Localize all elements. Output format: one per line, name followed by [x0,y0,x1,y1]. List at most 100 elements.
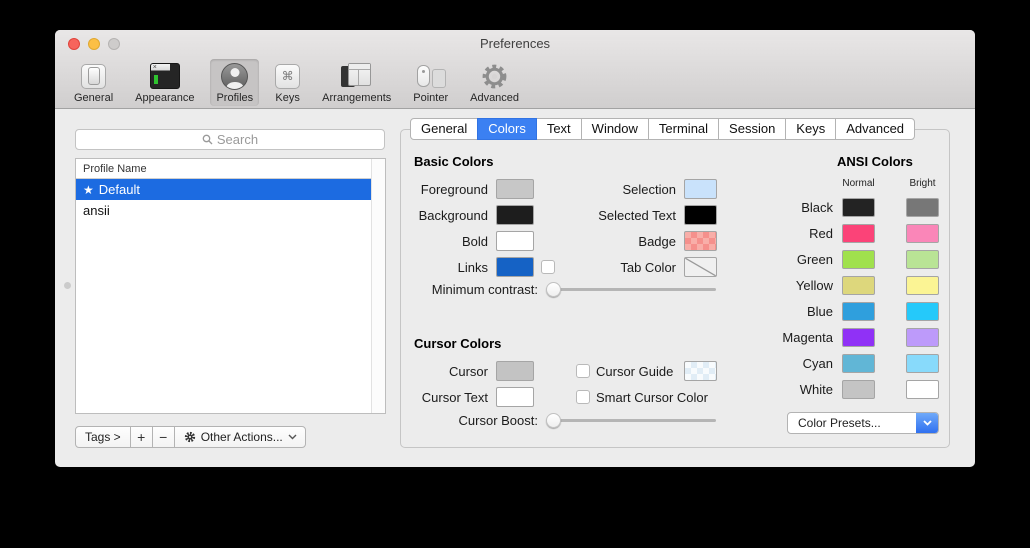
ansi-yellow-normal-swatch[interactable] [842,276,875,295]
profile-row-ansii[interactable]: ansii [76,200,372,221]
foreground-swatch[interactable] [496,179,534,199]
toolbar-item-label: General [74,92,113,104]
profile-name-column-header: Profile Name [83,163,147,175]
foreground-label: Foreground [401,182,488,197]
selection-swatch[interactable] [684,179,717,199]
toolbar-item-appearance[interactable]: ×Appearance [129,59,200,106]
preferences-toolbar: General ×Appearance Profiles ⌘Keys Arrangeme… [68,57,525,106]
content-area: Search Profile Name ★Default ansii Tags >… [55,109,975,467]
profile-name: ansii [83,203,110,218]
cursor-text-swatch[interactable] [496,387,534,407]
badge-row: Badge [541,228,717,254]
tab-advanced[interactable]: Advanced [835,118,915,140]
smart-cursor-color-checkbox[interactable] [576,390,590,404]
profile-list-scrollbar[interactable] [371,159,385,413]
minimum-contrast-slider[interactable] [546,282,716,297]
tab-color-checkbox[interactable] [541,260,555,274]
toolbar-item-advanced[interactable]: Advanced [464,59,525,106]
selection-label: Selection [541,182,676,197]
slider-track [546,419,716,422]
general-icon [81,61,106,91]
toolbar-item-keys[interactable]: ⌘Keys [269,59,306,106]
appearance-icon: × [150,61,180,91]
chevron-down-icon [923,420,932,426]
profile-tabs: GeneralColorsTextWindowTerminalSessionKe… [410,118,915,140]
tags-button[interactable]: Tags > [75,426,131,448]
ansi-magenta-row: Magenta [751,324,939,350]
badge-label: Badge [541,234,676,249]
ansi-white-normal-swatch[interactable] [842,380,875,399]
advanced-icon [480,61,509,91]
toolbar-item-label: Profiles [216,92,253,104]
ansi-cyan-normal-swatch[interactable] [842,354,875,373]
ansi-cyan-label: Cyan [751,356,833,371]
window-header: Preferences General×AppearanceProfiles⌘K… [55,30,975,109]
ansi-yellow-bright-swatch[interactable] [906,276,939,295]
cursor-boost-label: Cursor Boost: [401,413,538,428]
profile-actions-bar: Tags > + − Other Actions... [75,426,306,448]
other-actions-label: Other Actions... [201,430,283,444]
profile-list-header[interactable]: Profile Name [76,159,385,179]
ansi-white-bright-swatch[interactable] [906,380,939,399]
selected-text-swatch[interactable] [684,205,717,225]
keys-icon: ⌘ [275,61,300,91]
toolbar-item-pointer[interactable]: Pointer [407,59,454,106]
ansi-yellow-row: Yellow [751,272,939,298]
ansi-cyan-bright-swatch[interactable] [906,354,939,373]
ansi-red-normal-swatch[interactable] [842,224,875,243]
cursor-row: Cursor [401,358,534,384]
ansi-magenta-bright-swatch[interactable] [906,328,939,347]
bold-swatch[interactable] [496,231,534,251]
ansi-magenta-normal-swatch[interactable] [842,328,875,347]
preferences-window: Preferences General×AppearanceProfiles⌘K… [55,30,975,467]
cursor-guide-swatch[interactable] [684,361,717,381]
left-edge-dot [64,282,71,289]
ansi-green-bright-swatch[interactable] [906,250,939,269]
cursor-boost-slider[interactable] [546,413,716,428]
tab-session[interactable]: Session [718,118,786,140]
tab-window[interactable]: Window [581,118,649,140]
ansi-blue-bright-swatch[interactable] [906,302,939,321]
search-placeholder: Search [217,132,258,147]
search-icon [202,134,213,145]
slider-knob[interactable] [546,282,561,297]
toolbar-item-profiles[interactable]: Profiles [210,59,259,106]
color-presets-dropdown[interactable]: Color Presets... [787,412,939,434]
profiles-icon [221,61,248,91]
smart-cursor-color-label: Smart Cursor Color [596,390,708,405]
tab-colors[interactable]: Colors [477,118,537,140]
badge-swatch[interactable] [684,231,717,251]
tab-keys[interactable]: Keys [785,118,836,140]
slider-knob[interactable] [546,413,561,428]
cursor-swatch[interactable] [496,361,534,381]
tab-color-swatch[interactable] [684,257,717,277]
ansi-blue-row: Blue [751,298,939,324]
ansi-red-label: Red [751,226,833,241]
cursor-text-label: Cursor Text [401,390,488,405]
tab-general[interactable]: General [410,118,478,140]
ansi-black-bright-swatch[interactable] [906,198,939,217]
tab-terminal[interactable]: Terminal [648,118,719,140]
tab-text[interactable]: Text [536,118,582,140]
toolbar-item-label: Advanced [470,92,519,104]
ansi-black-row: Black [751,194,939,220]
ansi-green-normal-swatch[interactable] [842,250,875,269]
profile-row-default[interactable]: ★Default [76,179,372,200]
links-swatch[interactable] [496,257,534,277]
cursor-guide-checkbox[interactable] [576,364,590,378]
other-actions-dropdown[interactable]: Other Actions... [174,426,306,448]
remove-profile-button[interactable]: − [152,426,175,448]
ansi-red-row: Red [751,220,939,246]
toolbar-item-general[interactable]: General [68,59,119,106]
add-profile-button[interactable]: + [130,426,153,448]
color-presets-label: Color Presets... [788,416,916,430]
background-swatch[interactable] [496,205,534,225]
minimum-contrast-row: Minimum contrast: [401,282,716,297]
ansi-black-normal-swatch[interactable] [842,198,875,217]
cursor-boost-row: Cursor Boost: [401,413,716,428]
ansi-red-bright-swatch[interactable] [906,224,939,243]
ansi-blue-normal-swatch[interactable] [842,302,875,321]
search-field[interactable]: Search [75,129,385,150]
toolbar-item-arrangements[interactable]: Arrangements [316,59,397,106]
star-icon: ★ [83,183,94,197]
